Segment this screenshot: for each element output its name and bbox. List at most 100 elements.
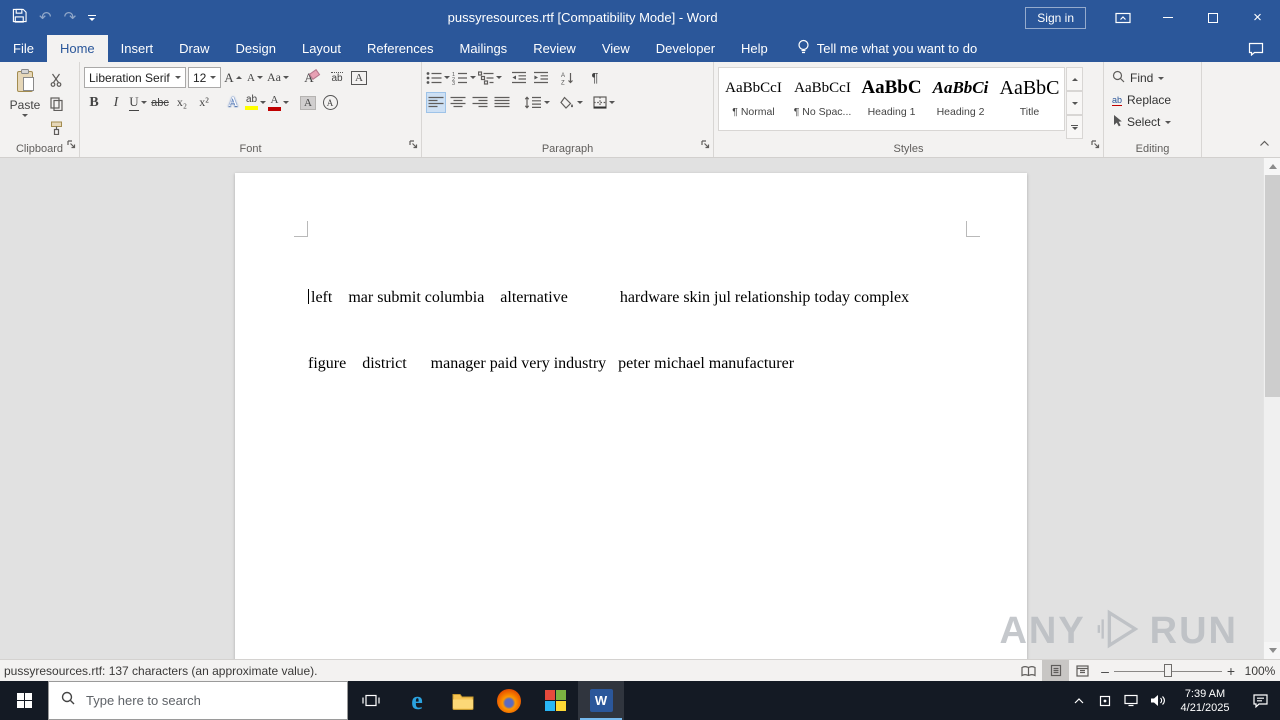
- tab-mailings[interactable]: Mailings: [447, 35, 521, 62]
- scroll-down-icon[interactable]: [1264, 642, 1280, 659]
- save-icon[interactable]: [12, 8, 27, 28]
- borders-button[interactable]: [593, 92, 615, 113]
- ribbon-display-options-icon[interactable]: [1100, 0, 1145, 35]
- tab-home[interactable]: Home: [46, 35, 108, 62]
- paste-dropdown-icon[interactable]: [22, 114, 28, 117]
- tell-me-box[interactable]: Tell me what you want to do: [797, 35, 977, 62]
- tab-draw[interactable]: Draw: [166, 35, 222, 62]
- subscript-button[interactable]: x₂: [172, 92, 192, 113]
- taskbar-app-icon[interactable]: [532, 681, 578, 720]
- styles-scroll-down-icon[interactable]: [1066, 91, 1083, 115]
- text-highlight-button[interactable]: ab: [245, 92, 266, 113]
- font-size-combobox[interactable]: 12: [188, 67, 221, 88]
- zoom-slider[interactable]: [1114, 660, 1222, 681]
- print-layout-button[interactable]: [1042, 660, 1069, 681]
- format-painter-icon[interactable]: [46, 117, 66, 138]
- bold-button[interactable]: B: [84, 92, 104, 113]
- shading-button[interactable]: [560, 92, 583, 113]
- character-border-button[interactable]: A: [349, 67, 369, 88]
- copy-icon[interactable]: [46, 93, 66, 114]
- grow-font-button[interactable]: A: [223, 67, 243, 88]
- line-spacing-button[interactable]: [524, 92, 550, 113]
- taskbar-clock[interactable]: 7:39 AM 4/21/2025: [1170, 681, 1240, 720]
- web-layout-button[interactable]: [1069, 660, 1096, 681]
- collapse-ribbon-icon[interactable]: [1259, 134, 1270, 152]
- sign-in-button[interactable]: Sign in: [1025, 6, 1086, 29]
- taskbar-firefox-icon[interactable]: [486, 681, 532, 720]
- increase-indent-button[interactable]: [531, 67, 551, 88]
- volume-icon[interactable]: [1144, 681, 1170, 720]
- italic-button[interactable]: I: [106, 92, 126, 113]
- numbered-list-button[interactable]: 123: [452, 67, 476, 88]
- align-left-button[interactable]: [426, 92, 446, 113]
- bullet-list-button[interactable]: [426, 67, 450, 88]
- tab-insert[interactable]: Insert: [108, 35, 167, 62]
- superscript-button[interactable]: x²: [194, 92, 214, 113]
- text-effects-button[interactable]: A: [223, 92, 243, 113]
- scroll-up-icon[interactable]: [1264, 158, 1280, 175]
- taskbar-search[interactable]: [48, 681, 348, 720]
- show-hide-pilcrow-button[interactable]: ¶: [585, 67, 605, 88]
- align-center-button[interactable]: [448, 92, 468, 113]
- tab-references[interactable]: References: [354, 35, 446, 62]
- taskbar-edge-icon[interactable]: e: [394, 681, 440, 720]
- justify-button[interactable]: [492, 92, 512, 113]
- style-title[interactable]: AaBbC Title: [995, 68, 1064, 130]
- clipboard-dialog-launcher-icon[interactable]: [67, 136, 76, 154]
- vertical-scrollbar[interactable]: [1263, 158, 1280, 659]
- styles-dialog-launcher-icon[interactable]: [1091, 136, 1100, 154]
- document-stats[interactable]: pussyresources.rtf: 137 characters (an a…: [0, 664, 317, 678]
- find-button[interactable]: Find: [1108, 67, 1197, 89]
- hidden-icons-chevron-icon[interactable]: [1066, 681, 1092, 720]
- tab-file[interactable]: File: [0, 35, 47, 62]
- style-normal[interactable]: AaBbCcI ¶ Normal: [719, 68, 788, 130]
- redo-icon[interactable]: ↷: [64, 10, 77, 25]
- tab-review[interactable]: Review: [520, 35, 589, 62]
- action-center-icon[interactable]: [1240, 681, 1280, 720]
- font-family-combobox[interactable]: Liberation Serif: [84, 67, 186, 88]
- tray-app-icon[interactable]: [1092, 681, 1118, 720]
- tab-developer[interactable]: Developer: [643, 35, 728, 62]
- strikethrough-button[interactable]: abc: [150, 92, 170, 113]
- close-button[interactable]: ×: [1235, 0, 1280, 35]
- clear-formatting-button[interactable]: A: [299, 67, 319, 88]
- zoom-level[interactable]: 100%: [1240, 664, 1280, 678]
- align-right-button[interactable]: [470, 92, 490, 113]
- replace-button[interactable]: ab Replace: [1108, 89, 1197, 111]
- zoom-out-button[interactable]: –: [1096, 663, 1114, 679]
- decrease-indent-button[interactable]: [509, 67, 529, 88]
- minimize-button[interactable]: [1145, 0, 1190, 35]
- style-no-spacing[interactable]: AaBbCcI ¶ No Spac...: [788, 68, 857, 130]
- multilevel-list-button[interactable]: [478, 67, 502, 88]
- zoom-slider-thumb[interactable]: [1164, 664, 1172, 677]
- undo-icon[interactable]: ↶: [39, 10, 52, 25]
- start-button[interactable]: [0, 681, 48, 720]
- tab-view[interactable]: View: [589, 35, 643, 62]
- phonetic-guide-button[interactable]: ab: [327, 67, 347, 88]
- underline-button[interactable]: U: [128, 92, 148, 113]
- maximize-button[interactable]: [1190, 0, 1235, 35]
- tab-design[interactable]: Design: [223, 35, 289, 62]
- feedback-icon[interactable]: [1248, 35, 1280, 62]
- search-input[interactable]: [84, 692, 324, 709]
- text-line-2[interactable]: figure district manager paid very indust…: [308, 353, 972, 375]
- text-line-1[interactable]: left mar submit columbia alternative har…: [308, 287, 972, 309]
- character-shading-button[interactable]: A: [298, 92, 318, 113]
- enclose-characters-button[interactable]: A: [320, 92, 340, 113]
- task-view-button[interactable]: [348, 681, 394, 720]
- scrollbar-thumb[interactable]: [1265, 175, 1280, 397]
- styles-more-icon[interactable]: [1066, 115, 1083, 139]
- style-heading1[interactable]: AaBbC Heading 1: [857, 68, 926, 130]
- taskbar-word-icon[interactable]: W: [578, 681, 624, 720]
- tab-layout[interactable]: Layout: [289, 35, 354, 62]
- network-icon[interactable]: [1118, 681, 1144, 720]
- style-heading2[interactable]: AaBbCi Heading 2: [926, 68, 995, 130]
- paste-button[interactable]: Paste: [4, 67, 46, 139]
- font-color-button[interactable]: A: [268, 92, 289, 113]
- read-mode-button[interactable]: [1015, 660, 1042, 681]
- document-text[interactable]: left mar submit columbia alternative har…: [308, 243, 972, 419]
- styles-scroll-up-icon[interactable]: [1066, 67, 1083, 91]
- tab-help[interactable]: Help: [728, 35, 781, 62]
- document-page[interactable]: left mar submit columbia alternative har…: [235, 173, 1027, 659]
- font-dialog-launcher-icon[interactable]: [409, 136, 418, 154]
